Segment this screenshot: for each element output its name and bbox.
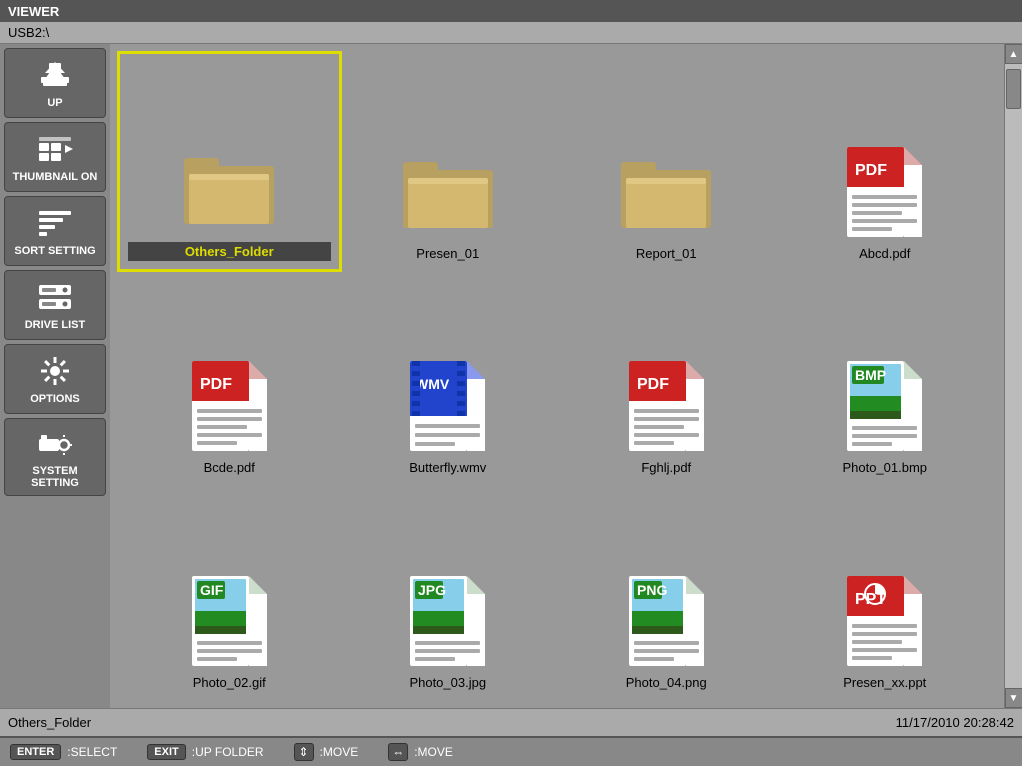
sort-icon [37,205,73,241]
current-path: USB2:\ [8,25,49,40]
select-action: :SELECT [67,745,117,759]
png-file-icon: PNG [621,571,711,671]
system-button[interactable]: SYSTEM SETTING [4,418,106,496]
scroll-track[interactable] [1005,64,1022,688]
drive-icon [37,279,73,315]
pdf-file-icon: PDF [840,142,930,242]
exit-key: EXIT [147,744,185,760]
options-button[interactable]: OPTIONS [4,344,106,414]
list-item[interactable]: WMV [339,269,558,484]
status-bar: Others_Folder 11/17/2010 20:28:42 [0,708,1022,736]
svg-text:JPG: JPG [418,582,446,598]
svg-text:PDF: PDF [855,162,887,179]
options-label: OPTIONS [30,393,80,405]
up-button[interactable]: UP [4,48,106,118]
drive-label: DRIVE LIST [25,319,86,331]
horizontal-arrow-icon: ⇔ [388,743,408,761]
scroll-down-arrow[interactable]: ▼ [1005,688,1022,708]
svg-text:PNG: PNG [637,582,667,598]
sort-label: SORT SETTING [14,245,95,257]
system-label: SYSTEM SETTING [9,465,101,489]
system-icon [37,425,73,461]
enter-key: ENTER [10,744,61,760]
gif-file-icon: GIF [184,571,274,671]
pdf-file-icon: PDF [621,356,711,456]
list-item[interactable]: PNG Photo_04.png [557,483,776,698]
sort-button[interactable]: SORT SETTING [4,196,106,266]
folder-icon [184,138,274,238]
file-name: Presen_01 [416,246,479,261]
thumbnail-icon [37,131,73,167]
scroll-thumb[interactable] [1006,69,1021,109]
file-name: Photo_02.gif [193,675,266,690]
svg-text:PDF: PDF [200,376,232,393]
move-h-action: :MOVE [414,745,453,759]
content-area: Others_Folder Presen_01 [110,44,1004,708]
exit-upfolder: EXIT :UP FOLDER [147,744,263,760]
list-item[interactable]: Presen_01 [339,54,558,269]
scrollbar: ▲ ▼ [1004,44,1022,708]
file-name: Photo_03.jpg [409,675,486,690]
path-bar: USB2:\ [0,22,1022,44]
list-item[interactable]: PDF Bcde.pdf [120,269,339,484]
app-title: VIEWER [8,4,59,19]
thumbnail-button[interactable]: THUMBNAIL ON [4,122,106,192]
file-name: Bcde.pdf [204,460,255,475]
svg-text:PDF: PDF [637,376,669,393]
arrow-move-h: ⇔ :MOVE [388,743,453,761]
thumbnail-label: THUMBNAIL ON [13,171,98,183]
file-name: Report_01 [636,246,697,261]
drive-button[interactable]: DRIVE LIST [4,270,106,340]
up-icon [37,57,73,93]
enter-select: ENTER :SELECT [10,744,117,760]
file-name: Photo_04.png [626,675,707,690]
options-icon [37,353,73,389]
pdf-file-icon: PDF [184,356,274,456]
status-datetime: 11/17/2010 20:28:42 [896,715,1014,730]
file-name: Presen_xx.ppt [843,675,926,690]
main-area: UP THUMBNAIL ON [0,44,1022,708]
file-name: Photo_01.bmp [842,460,927,475]
jpg-file-icon: JPG [403,571,493,671]
upfolder-action: :UP FOLDER [192,745,264,759]
file-name: Fghlj.pdf [641,460,691,475]
list-item[interactable]: JPG Photo_03.jpg [339,483,558,698]
up-label: UP [47,97,62,109]
arrow-move-v: ⇕ :MOVE [294,743,359,761]
file-name: Others_Folder [128,242,331,261]
list-item[interactable]: PDF Abcd.pdf [776,54,995,269]
list-item[interactable]: Others_Folder [120,54,339,269]
svg-text:BMP: BMP [855,367,886,383]
svg-text:GIF: GIF [200,582,224,598]
vertical-arrow-icon: ⇕ [294,743,314,761]
ppt-file-icon: PPT [840,571,930,671]
bmp-file-icon: BMP [840,356,930,456]
folder-icon [403,142,493,242]
wmv-file-icon: WMV [403,356,493,456]
file-name: Abcd.pdf [859,246,910,261]
list-item[interactable]: GIF Photo_02.gif [120,483,339,698]
sidebar: UP THUMBNAIL ON [0,44,110,708]
move-v-action: :MOVE [320,745,359,759]
file-grid: Others_Folder Presen_01 [110,44,1004,708]
status-filename: Others_Folder [8,715,896,730]
list-item[interactable]: PPT Presen_xx.ppt [776,483,995,698]
list-item[interactable]: PDF Fghlj.pdf [557,269,776,484]
folder-icon [621,142,711,242]
title-bar: VIEWER [0,0,1022,22]
scroll-up-arrow[interactable]: ▲ [1005,44,1022,64]
list-item[interactable]: BMP Photo_01.bmp [776,269,995,484]
file-name: Butterfly.wmv [409,460,486,475]
list-item[interactable]: Report_01 [557,54,776,269]
svg-text:WMV: WMV [415,376,450,392]
bottom-bar: ENTER :SELECT EXIT :UP FOLDER ⇕ :MOVE ⇔ … [0,736,1022,766]
